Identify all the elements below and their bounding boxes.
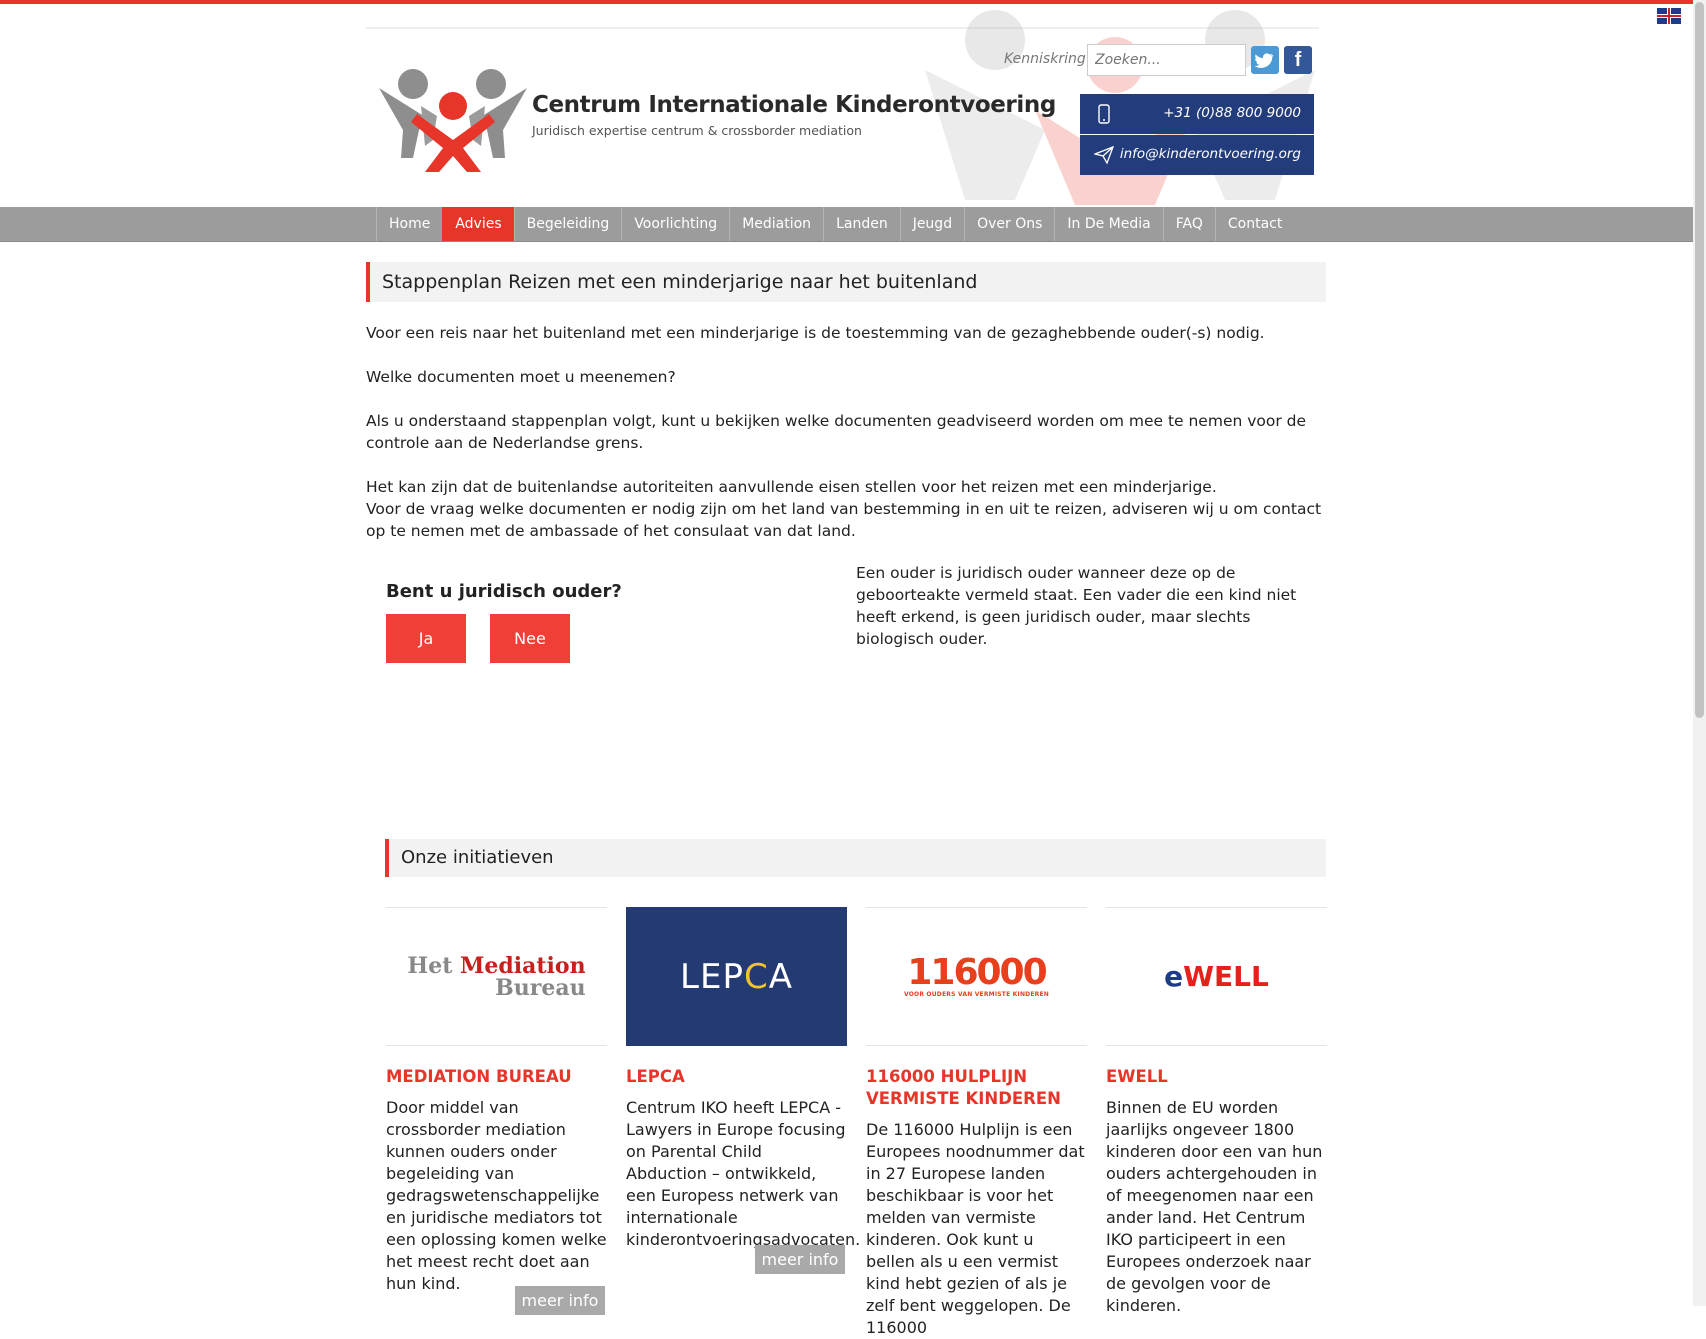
nav-item-advies[interactable]: Advies — [442, 207, 514, 241]
nav-item-faq[interactable]: FAQ — [1162, 207, 1215, 241]
phone-number: +31 (0)88 800 9000 — [1163, 105, 1301, 121]
paper-plane-icon — [1092, 145, 1115, 165]
embassy-paragraph: Voor de vraag welke documenten er nodig … — [366, 500, 1322, 540]
stappenplan-paragraph: Als u onderstaand stappenplan volgt, kun… — [366, 412, 1307, 452]
yes-button[interactable]: Ja — [386, 614, 466, 663]
twitter-icon[interactable] — [1251, 46, 1279, 74]
legal-parent-explanation: Een ouder is juridisch ouder wanneer dez… — [856, 564, 1297, 648]
site-title[interactable]: Centrum Internationale Kinderontvoering — [532, 92, 1056, 118]
initiative-title[interactable]: EWELL — [1106, 1066, 1327, 1088]
documents-question: Welke documenten moet u meenemen? — [366, 368, 676, 386]
no-button[interactable]: Nee — [490, 614, 570, 663]
nav-item-jeugd[interactable]: Jeugd — [899, 207, 964, 241]
initiative-text: Binnen de EU worden jaarlijks ongeveer 1… — [1106, 1098, 1323, 1315]
more-info-button-mediation[interactable]: meer info — [515, 1286, 605, 1315]
nav-item-home[interactable]: Home — [376, 207, 442, 241]
initiative-text: Centrum IKO heeft LEPCA - Lawyers in Eur… — [626, 1098, 861, 1249]
initiative-card-116000: 116000 VOOR OUDERS VAN VERMISTE KINDEREN… — [866, 907, 1087, 1339]
search-input[interactable] — [1087, 44, 1246, 76]
initiative-text: Door middel van crossborder mediation ku… — [386, 1098, 607, 1293]
initiatives-heading: Onze initiatieven — [385, 839, 1326, 877]
initiative-card-lepca: LEPCA LEPCA Centrum IKO heeft LEPCA - La… — [626, 907, 861, 1251]
initiative-title[interactable]: 116000 HULPLIJN VERMISTE KINDEREN — [866, 1066, 1087, 1110]
ewell-logo[interactable]: eWELL — [1106, 907, 1327, 1046]
nav-item-mediation[interactable]: Mediation — [729, 207, 823, 241]
mediation-bureau-logo[interactable]: Het Mediation Bureau — [386, 907, 607, 1046]
nav-item-voorlichting[interactable]: Voorlichting — [621, 207, 729, 241]
top-accent-bar — [0, 0, 1706, 4]
email-address: info@kinderontvoering.org — [1119, 146, 1301, 162]
site-logo[interactable] — [377, 68, 529, 172]
main-navigation: Home Advies Begeleiding Voorlichting Med… — [0, 207, 1693, 242]
uk-flag-icon[interactable] — [1657, 8, 1681, 24]
hotline-116000-logo[interactable]: 116000 VOOR OUDERS VAN VERMISTE KINDEREN — [866, 907, 1087, 1046]
email-contact[interactable]: info@kinderontvoering.org — [1080, 135, 1314, 175]
site-subtitle: Juridisch expertise centrum & crossborde… — [532, 123, 862, 138]
initiative-title[interactable]: LEPCA — [626, 1066, 847, 1088]
nav-item-contact[interactable]: Contact — [1214, 207, 1294, 241]
nav-item-over-ons[interactable]: Over Ons — [964, 207, 1054, 241]
authorities-paragraph: Het kan zijn dat de buitenlandse autorit… — [366, 478, 1217, 496]
initiative-title[interactable]: MEDIATION BUREAU — [386, 1066, 607, 1088]
phone-icon — [1094, 104, 1114, 124]
parent-question: Bent u juridisch ouder? — [386, 581, 622, 602]
nav-item-in-de-media[interactable]: In De Media — [1054, 207, 1162, 241]
facebook-icon[interactable]: f — [1284, 46, 1312, 74]
scrollbar-thumb[interactable] — [1695, 2, 1704, 718]
nav-item-begeleiding[interactable]: Begeleiding — [513, 207, 622, 241]
more-info-button-lepca[interactable]: meer info — [755, 1245, 845, 1274]
kenniskring-link[interactable]: Kenniskring — [1004, 51, 1086, 67]
intro-paragraph: Voor een reis naar het buitenland met ee… — [366, 324, 1265, 342]
initiative-text: De 116000 Hulplijn is een Europees noodn… — [866, 1120, 1085, 1337]
phone-contact[interactable]: +31 (0)88 800 9000 — [1080, 94, 1314, 134]
nav-item-landen[interactable]: Landen — [823, 207, 900, 241]
page-title: Stappenplan Reizen met een minderjarige … — [366, 262, 1326, 302]
lepca-logo[interactable]: LEPCA — [626, 907, 847, 1046]
initiative-card-ewell: eWELL EWELL Binnen de EU worden jaarlijk… — [1106, 907, 1327, 1317]
initiative-card-mediation-bureau: Het Mediation Bureau MEDIATION BUREAU Do… — [386, 907, 607, 1295]
